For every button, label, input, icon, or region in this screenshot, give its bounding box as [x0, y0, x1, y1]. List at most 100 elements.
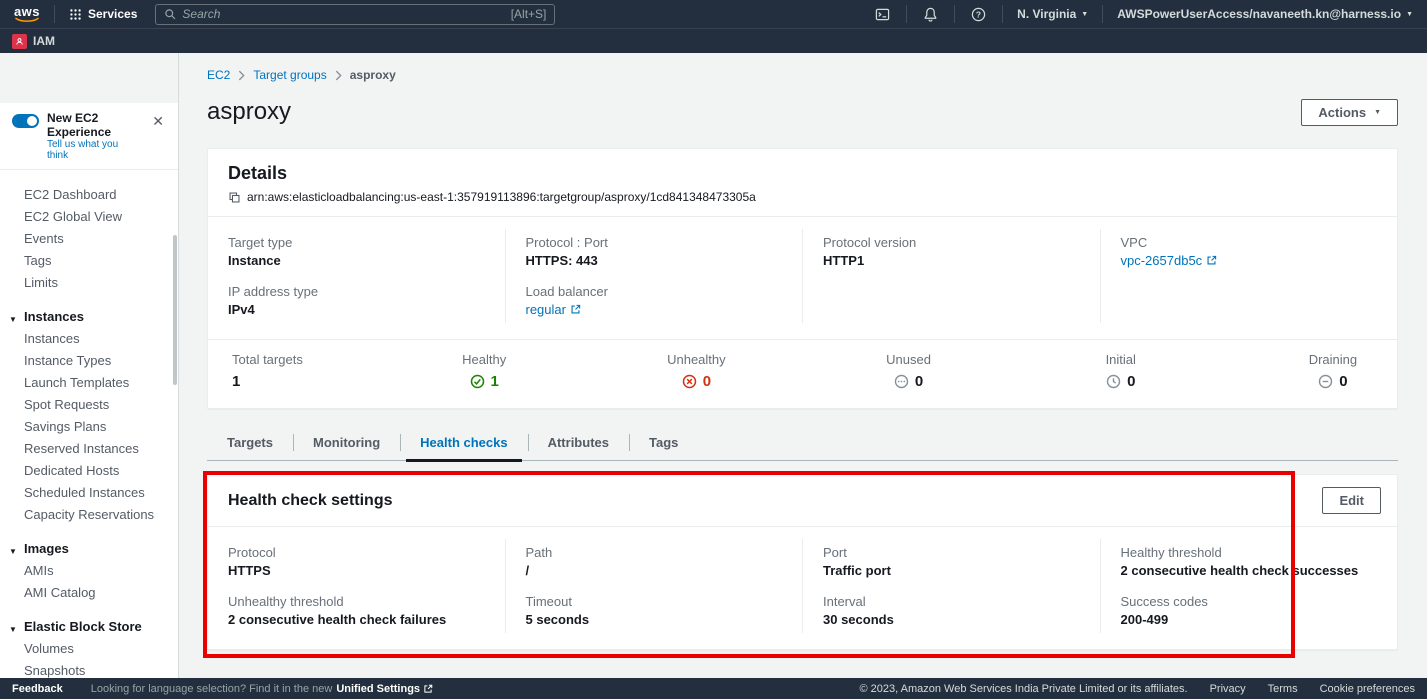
sidebar-item-savings-plans[interactable]: Savings Plans	[0, 416, 178, 438]
sidebar-item-limits[interactable]: Limits	[0, 272, 178, 294]
sidebar-item-events[interactable]: Events	[0, 228, 178, 250]
breadcrumb-ec2[interactable]: EC2	[207, 68, 230, 82]
field-value: Instance	[228, 253, 485, 268]
sidebar-scrollbar[interactable]	[173, 235, 177, 385]
sidebar-item-snapshots[interactable]: Snapshots	[0, 660, 178, 678]
field-value: IPv4	[228, 302, 485, 317]
main-content: EC2 Target groups asproxy asproxy Action…	[179, 53, 1427, 678]
sidebar-item-scheduled-instances[interactable]: Scheduled Instances	[0, 482, 178, 504]
sidebar-item-ec2-global-view[interactable]: EC2 Global View	[0, 206, 178, 228]
tab-targets[interactable]: Targets	[207, 425, 293, 460]
details-column-2: Protocol : Port HTTPS: 443 Load balancer…	[505, 229, 803, 323]
actions-button[interactable]: Actions ▼	[1301, 99, 1398, 126]
field-value: 30 seconds	[823, 612, 1080, 627]
bell-icon	[923, 7, 938, 22]
cookie-preferences-link[interactable]: Cookie preferences	[1320, 683, 1415, 695]
nav-divider	[1102, 5, 1103, 23]
new-experience-panel: New EC2 Experience Tell us what you thin…	[0, 103, 178, 170]
field-value: Traffic port	[823, 563, 1080, 578]
sidebar-item-spot-requests[interactable]: Spot Requests	[0, 394, 178, 416]
footer-right: © 2023, Amazon Web Services India Privat…	[860, 683, 1415, 695]
new-experience-toggle[interactable]	[12, 114, 39, 128]
favorite-iam[interactable]: IAM	[12, 34, 55, 49]
status-total-targets: Total targets 1	[232, 352, 312, 392]
field-label: Load balancer	[526, 284, 783, 299]
sidebar-item-ec2-dashboard[interactable]: EC2 Dashboard	[0, 184, 178, 206]
status-healthy: Healthy 1	[444, 352, 524, 392]
tab-tags[interactable]: Tags	[629, 425, 698, 460]
edit-button[interactable]: Edit	[1322, 487, 1381, 514]
sidebar-item-tags[interactable]: Tags	[0, 250, 178, 272]
field-label: Unhealthy threshold	[228, 594, 485, 609]
region-selector[interactable]: N. Virginia ▼	[1013, 7, 1092, 21]
sidebar-item-instance-types[interactable]: Instance Types	[0, 350, 178, 372]
terms-link[interactable]: Terms	[1268, 683, 1298, 695]
help-button[interactable]: ?	[965, 7, 992, 22]
sidebar-item-ami-catalog[interactable]: AMI Catalog	[0, 582, 178, 604]
sidebar-item-amis[interactable]: AMIs	[0, 560, 178, 582]
field-label: Port	[823, 545, 1080, 560]
caret-down-icon: ▼	[1406, 11, 1413, 18]
sidebar-item-capacity-reservations[interactable]: Capacity Reservations	[0, 504, 178, 526]
load-balancer-link[interactable]: regular	[526, 302, 581, 317]
account-menu[interactable]: AWSPowerUserAccess/navaneeth.kn@harness.…	[1113, 7, 1417, 21]
global-search[interactable]: [Alt+S]	[155, 4, 555, 25]
field-label: Success codes	[1121, 594, 1378, 609]
tab-attributes[interactable]: Attributes	[528, 425, 629, 460]
unified-settings-link[interactable]: Unified Settings	[336, 683, 433, 695]
favorite-iam-label: IAM	[33, 34, 55, 48]
cloudshell-button[interactable]	[869, 7, 896, 22]
field-label: Protocol version	[823, 235, 1080, 250]
aws-logo[interactable]: aws	[10, 6, 44, 23]
nav-right-group: ? N. Virginia ▼ AWSPowerUserAccess/navan…	[869, 5, 1417, 23]
field-label: Target type	[228, 235, 485, 250]
chevron-down-icon: ▼	[9, 545, 17, 559]
sidebar-item-instances[interactable]: Instances	[0, 328, 178, 350]
new-experience-title: New EC2 Experience	[47, 111, 140, 139]
nav-divider	[906, 5, 907, 23]
sidebar-item-launch-templates[interactable]: Launch Templates	[0, 372, 178, 394]
notifications-button[interactable]	[917, 7, 944, 22]
details-card: Details arn:aws:elasticloadbalancing:us-…	[207, 148, 1398, 409]
page-title: asproxy	[207, 98, 291, 126]
tab-health-checks[interactable]: Health checks	[400, 425, 527, 460]
arn-row: arn:aws:elasticloadbalancing:us-east-1:3…	[228, 190, 1377, 204]
sidebar-item-dedicated-hosts[interactable]: Dedicated Hosts	[0, 460, 178, 482]
status-initial: Initial 0	[1081, 352, 1161, 392]
copy-icon[interactable]	[228, 191, 241, 204]
feedback-link[interactable]: Feedback	[12, 683, 63, 695]
close-icon[interactable]: ✕	[148, 111, 168, 132]
check-circle-icon	[470, 374, 485, 389]
sidebar-item-volumes[interactable]: Volumes	[0, 638, 178, 660]
health-check-column-2: Path / Timeout 5 seconds	[505, 539, 803, 633]
breadcrumb-target-groups[interactable]: Target groups	[253, 68, 326, 82]
search-input[interactable]	[182, 7, 504, 21]
details-heading: Details	[228, 163, 1377, 184]
tell-us-link[interactable]: Tell us what you think	[47, 139, 140, 161]
services-menu-button[interactable]: Services	[65, 7, 141, 21]
caret-down-icon: ▼	[1081, 11, 1088, 18]
field-label: Timeout	[526, 594, 783, 609]
aws-logo-text: aws	[14, 6, 40, 17]
tab-monitoring[interactable]: Monitoring	[293, 425, 400, 460]
tab-bar: Targets Monitoring Health checks Attribu…	[207, 425, 1398, 461]
sidebar-section-instances[interactable]: ▼Instances	[0, 306, 178, 328]
field-value: /	[526, 563, 783, 578]
svg-text:?: ?	[976, 9, 981, 19]
sidebar-section-images[interactable]: ▼Images	[0, 538, 178, 560]
field-value: HTTPS: 443	[526, 253, 783, 268]
details-column-1: Target type Instance IP address type IPv…	[208, 229, 505, 323]
footer: Feedback Looking for language selection?…	[0, 678, 1427, 699]
sidebar-item-reserved-instances[interactable]: Reserved Instances	[0, 438, 178, 460]
breadcrumb: EC2 Target groups asproxy	[207, 53, 1398, 82]
status-unused: Unused 0	[869, 352, 949, 392]
field-label: Healthy threshold	[1121, 545, 1378, 560]
sidebar-section-elastic-block-store[interactable]: ▼Elastic Block Store	[0, 616, 178, 638]
services-label: Services	[88, 7, 137, 21]
field-label: Path	[526, 545, 783, 560]
vpc-link[interactable]: vpc-2657db5c	[1121, 253, 1218, 268]
chevron-down-icon: ▼	[9, 313, 17, 327]
health-check-section: Health check settings Edit Protocol HTTP…	[207, 474, 1398, 650]
details-column-4: VPC vpc-2657db5c	[1100, 229, 1398, 323]
privacy-link[interactable]: Privacy	[1210, 683, 1246, 695]
